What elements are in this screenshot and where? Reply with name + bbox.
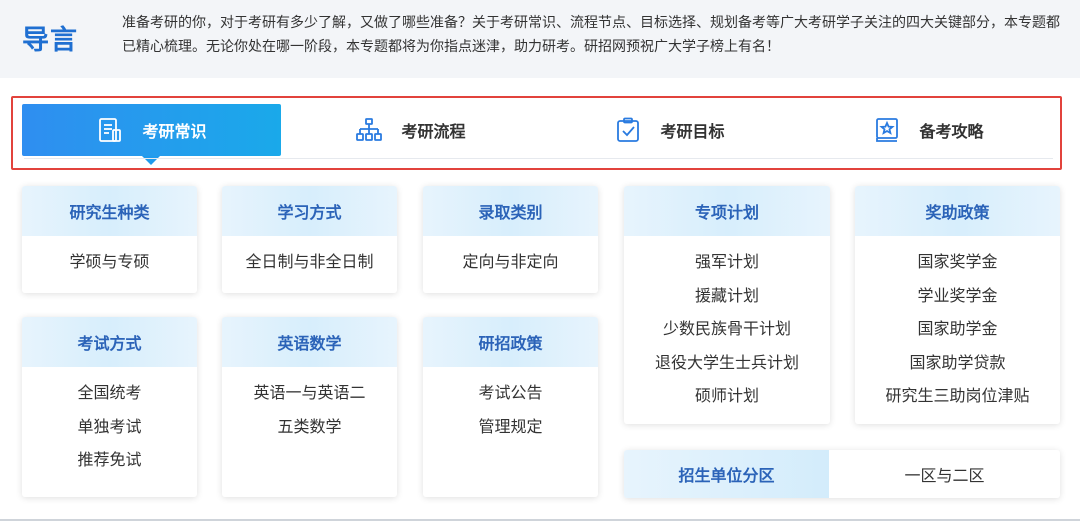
card-title: 奖助政策 [855,186,1060,236]
card-item-link[interactable]: 五类数学 [222,417,397,437]
card-luqu-leibie: 录取类别 定向与非定向 [423,186,598,293]
card-title: 招生单位分区 [624,450,829,498]
card-item-link[interactable]: 单独考试 [22,417,197,437]
card-item-link[interactable]: 援藏计划 [624,286,830,306]
clipboard-check-icon [614,116,642,144]
card-title: 录取类别 [423,186,598,236]
tab-kaoyan-changshi[interactable]: 考研常识 [22,104,281,165]
tab-label: 备考攻略 [919,122,984,141]
tab-kaoyan-mubiao[interactable]: 考研目标 [540,104,799,156]
intro-text: 准备考研的你，对于考研有多少了解，又做了哪些准备？关于考研常识、流程节点、目标选… [122,15,1060,55]
card-item-link[interactable]: 退役大学生士兵计划 [624,353,830,373]
card-kaoshi-fangshi: 考试方式 全国统考 单独考试 推荐免试 [22,317,197,497]
card-zhuanxiang-jihua: 专项计划 强军计划 援藏计划 少数民族骨干计划 退役大学生士兵计划 硕师计划 [624,186,830,424]
document-list-icon [96,116,124,144]
card-zhaosheng-danwei-fenqu: 招生单位分区 一区与二区 [624,450,1060,498]
card-item-link[interactable]: 研究生三助岗位津贴 [855,386,1060,406]
tab-label: 考研目标 [660,122,725,141]
card-title: 英语数学 [222,317,397,367]
tab-kaoyan-liucheng[interactable]: 考研流程 [281,104,540,156]
card-yanzhao-zhengce: 研招政策 考试公告 管理规定 [423,317,598,497]
tab-label: 考研流程 [401,122,466,141]
card-item-link[interactable]: 国家奖学金 [855,252,1060,272]
intro-title: 导言 [22,25,78,56]
card-title: 专项计划 [624,186,830,236]
card-item-link[interactable]: 国家助学金 [855,319,1060,339]
card-item-link[interactable]: 学硕与专硕 [22,252,197,272]
card-item-link[interactable]: 强军计划 [624,252,830,272]
card-item-link[interactable]: 全日制与非全日制 [222,252,397,272]
card-item-link[interactable]: 少数民族骨干计划 [624,319,830,339]
topic-tabs: 考研常识 考研流程 考研目标 备考攻略 [11,96,1062,170]
card-title: 考试方式 [22,317,197,367]
card-title: 研究生种类 [22,186,197,236]
card-xuexi-fangshi: 学习方式 全日制与非全日制 [222,186,397,293]
card-yingyu-shuxue: 英语数学 英语一与英语二 五类数学 [222,317,397,497]
star-book-icon [873,116,901,144]
card-item-link[interactable]: 一区与二区 [829,450,1060,498]
tab-label: 考研常识 [142,122,207,141]
card-item-link[interactable]: 全国统考 [22,383,197,403]
card-title: 学习方式 [222,186,397,236]
tab-beikao-gonglve[interactable]: 备考攻略 [799,104,1058,156]
card-yanjiusheng-zhonglei: 研究生种类 学硕与专硕 [22,186,197,293]
card-item-link[interactable]: 硕师计划 [624,386,830,406]
intro-banner: 导言 准备考研的你，对于考研有多少了解，又做了哪些准备？关于考研常识、流程节点、… [0,0,1080,78]
card-item-link[interactable]: 考试公告 [423,383,598,403]
card-item-link[interactable]: 国家助学贷款 [855,353,1060,373]
card-item-link[interactable]: 定向与非定向 [423,252,598,272]
org-chart-icon [355,116,383,144]
card-title: 研招政策 [423,317,598,367]
card-item-link[interactable]: 英语一与英语二 [222,383,397,403]
card-item-link[interactable]: 管理规定 [423,417,598,437]
card-jiangzhu-zhengce: 奖助政策 国家奖学金 学业奖学金 国家助学金 国家助学贷款 研究生三助岗位津贴 [855,186,1060,424]
card-item-link[interactable]: 推荐免试 [22,450,197,470]
tabs-divider [24,158,1053,159]
card-item-link[interactable]: 学业奖学金 [855,286,1060,306]
